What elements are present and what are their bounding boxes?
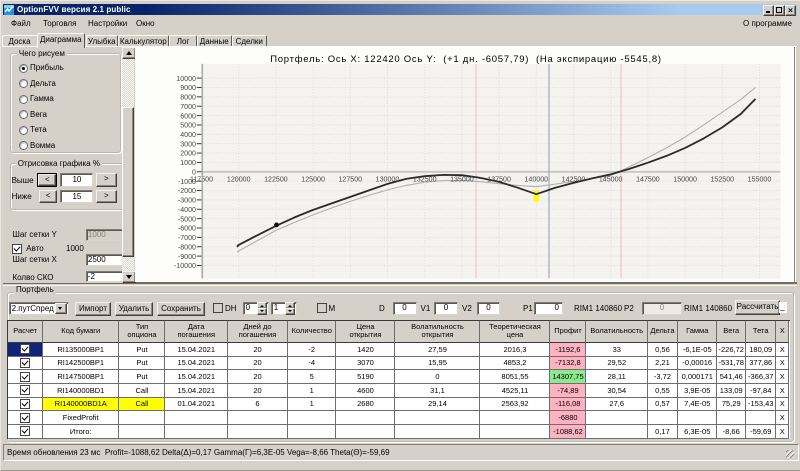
svg-text:9000: 9000 xyxy=(180,84,196,92)
svg-text:-2000: -2000 xyxy=(178,187,196,195)
svg-text:-5000: -5000 xyxy=(178,215,196,223)
svg-text:8000: 8000 xyxy=(180,93,196,101)
svg-text:-9000: -9000 xyxy=(178,252,196,260)
svg-text:122500: 122500 xyxy=(264,175,288,183)
svg-text:Портфель: Ось X: 122420 Ось Y:: Портфель: Ось X: 122420 Ось Y: (+1 дн. -… xyxy=(270,53,662,64)
svg-text:6000: 6000 xyxy=(180,112,196,120)
svg-text:135000: 135000 xyxy=(450,175,474,183)
svg-text:152500: 152500 xyxy=(710,175,734,183)
svg-text:1000: 1000 xyxy=(180,159,196,167)
svg-text:-1000: -1000 xyxy=(178,177,196,185)
svg-text:127500: 127500 xyxy=(338,175,362,183)
svg-text:0: 0 xyxy=(192,168,196,176)
svg-text:5000: 5000 xyxy=(180,121,196,129)
svg-text:150000: 150000 xyxy=(673,175,697,183)
svg-text:125000: 125000 xyxy=(301,175,325,183)
svg-text:147500: 147500 xyxy=(636,175,660,183)
svg-text:-10000: -10000 xyxy=(174,262,196,270)
svg-text:-7000: -7000 xyxy=(178,234,196,242)
svg-text:4000: 4000 xyxy=(180,131,196,139)
svg-text:-3000: -3000 xyxy=(178,196,196,204)
svg-text:130000: 130000 xyxy=(376,175,400,183)
svg-text:3000: 3000 xyxy=(180,140,196,148)
svg-text:140000: 140000 xyxy=(524,175,548,183)
svg-text:2000: 2000 xyxy=(180,149,196,157)
svg-text:-4000: -4000 xyxy=(178,206,196,214)
svg-text:10000: 10000 xyxy=(176,74,196,82)
svg-text:132500: 132500 xyxy=(413,175,437,183)
svg-text:137500: 137500 xyxy=(487,175,511,183)
svg-text:155000: 155000 xyxy=(748,175,772,183)
svg-text:145000: 145000 xyxy=(599,175,623,183)
svg-text:-6000: -6000 xyxy=(178,224,196,232)
svg-text:7000: 7000 xyxy=(180,103,196,111)
svg-text:120000: 120000 xyxy=(227,175,251,183)
svg-text:-8000: -8000 xyxy=(178,243,196,251)
svg-text:142500: 142500 xyxy=(562,175,586,183)
